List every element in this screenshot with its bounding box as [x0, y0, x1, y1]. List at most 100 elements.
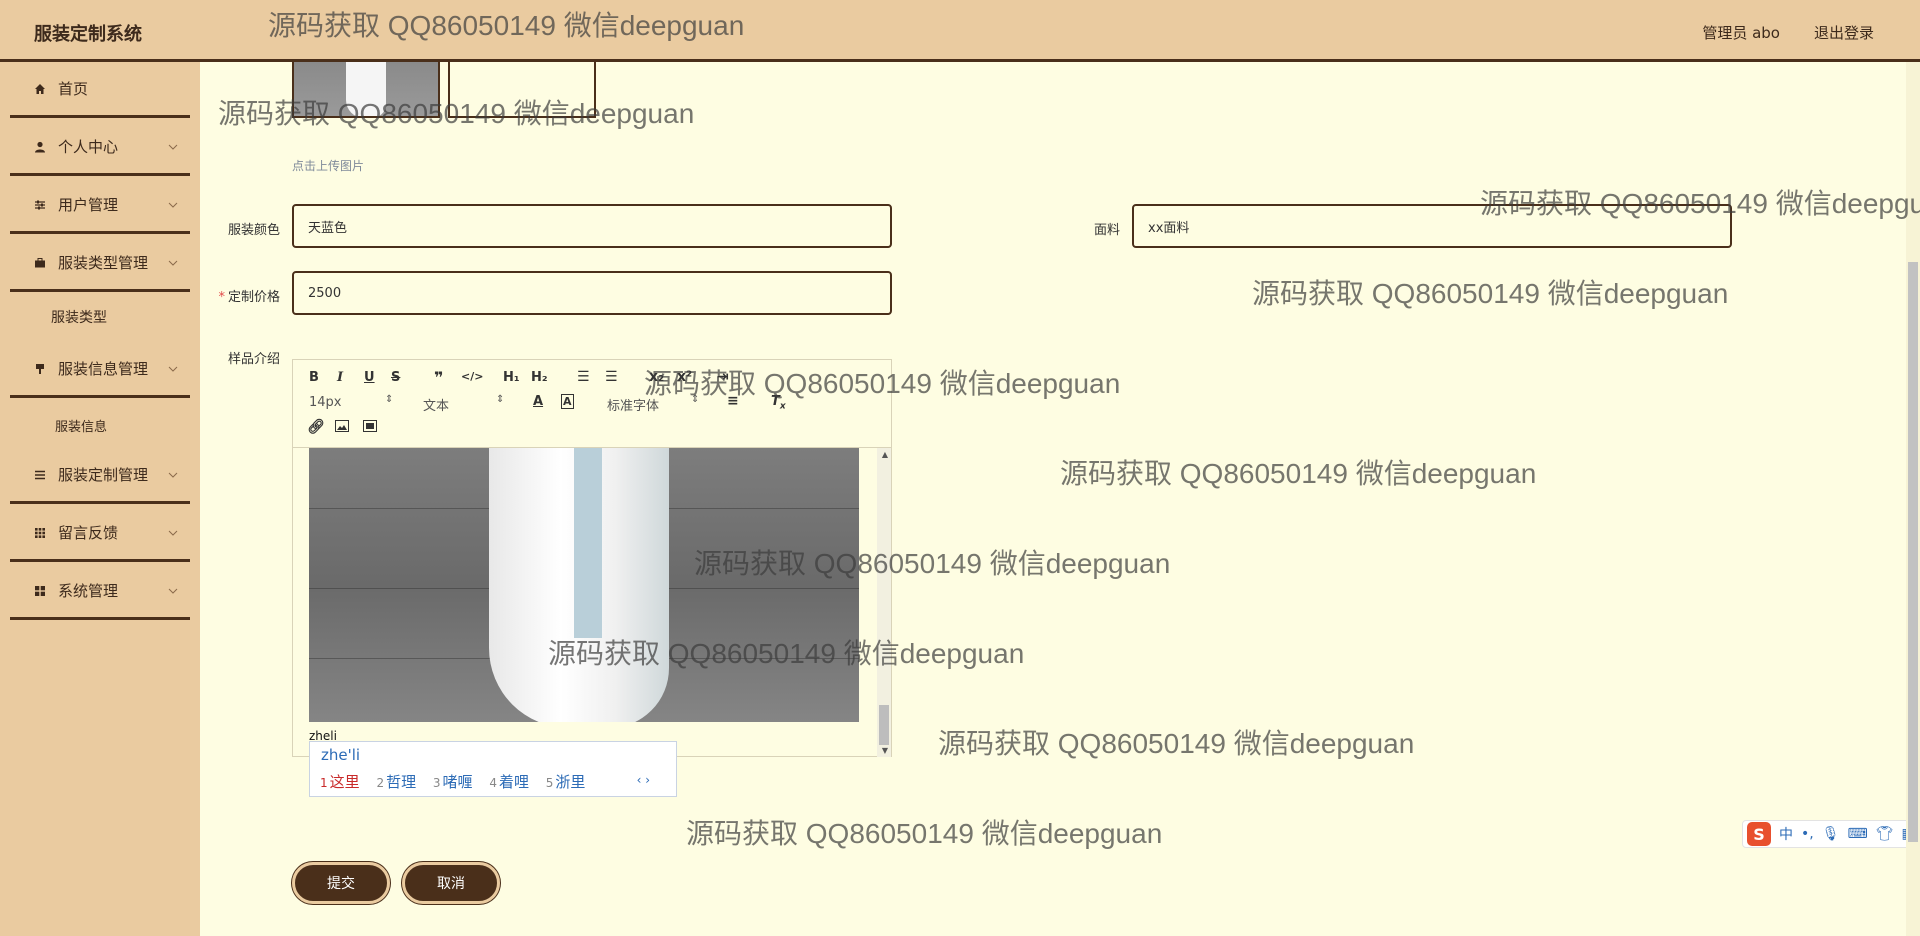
- top-header: 服装定制系统 管理员 abo 退出登录: [0, 0, 1920, 62]
- ime-mode[interactable]: 中: [1779, 824, 1793, 844]
- image-icon[interactable]: [335, 420, 349, 436]
- chevron-updown-icon: ⇕: [496, 394, 505, 405]
- heading1-icon[interactable]: H₁: [503, 370, 520, 385]
- sidebar-item-clothing-info-management[interactable]: 服装信息管理: [10, 342, 190, 398]
- font-family-select[interactable]: 标准字体: [607, 395, 659, 414]
- upload-image-hint[interactable]: 点击上传图片: [292, 157, 364, 174]
- chevron-down-icon: [168, 178, 178, 231]
- ime-candidate-window: zhe'li 1 这里 2 哲理 3 啫喱 4 着哩 5 浙里 ‹ ›: [309, 741, 677, 797]
- watermark: 源码获取 QQ86050149 微信deepguan: [1252, 278, 1729, 309]
- chevron-down-icon: [168, 564, 178, 617]
- watermark: 源码获取 QQ86050149 微信deepguan: [686, 818, 1163, 849]
- cancel-button[interactable]: 取消: [402, 862, 500, 904]
- sidebar-subitem-clothing-info[interactable]: 服装信息: [10, 400, 190, 450]
- sidebar-item-label: 服装类型管理: [58, 254, 149, 272]
- app-title: 服装定制系统: [34, 24, 142, 45]
- price-label-text: 定制价格: [227, 290, 280, 305]
- sidebar-item-custom-order-management[interactable]: 服装定制管理: [10, 448, 190, 504]
- submit-button[interactable]: 提交: [292, 862, 390, 904]
- sogou-logo-icon: S: [1747, 822, 1771, 846]
- editor-scroll-thumb[interactable]: [879, 705, 889, 745]
- keyboard-icon[interactable]: ⌨︎: [1848, 826, 1868, 842]
- ime-page-arrows-icon[interactable]: ‹ ›: [637, 773, 650, 787]
- indent-icon[interactable]: ⇥: [717, 369, 729, 385]
- ime-pinyin: zhe'li: [321, 746, 361, 764]
- microphone-icon[interactable]: 🎙︎: [1822, 826, 1840, 842]
- sidebar-subitem-clothing-type[interactable]: 服装类型: [10, 292, 190, 342]
- italic-icon[interactable]: I: [337, 370, 343, 385]
- ordered-list-icon[interactable]: ☰: [577, 369, 590, 385]
- intro-label: 样品介绍: [227, 352, 280, 367]
- logout-link[interactable]: 退出登录: [1814, 22, 1874, 43]
- sidebar-item-feedback[interactable]: 留言反馈: [10, 506, 190, 562]
- watermark: 源码获取 QQ86050149 微信deepguan: [1060, 458, 1537, 489]
- sidebar-item-clothing-type-management[interactable]: 服装类型管理: [10, 236, 190, 292]
- sidebar-item-label: 服装定制管理: [58, 466, 149, 484]
- sidebar-item-home[interactable]: 首页: [10, 62, 190, 118]
- sidebar-item-label: 个人中心: [58, 138, 119, 156]
- blockquote-icon[interactable]: ❞: [434, 368, 443, 387]
- required-mark: *: [218, 290, 225, 305]
- subscript-icon[interactable]: x₂: [649, 369, 664, 385]
- superscript-icon[interactable]: x²: [677, 369, 692, 385]
- strikethrough-icon[interactable]: S: [391, 370, 400, 385]
- sidebar-item-label: 系统管理: [58, 582, 119, 600]
- watermark: 源码获取 QQ86050149 微信deepguan: [938, 728, 1415, 759]
- uploaded-image-thumbnail[interactable]: [292, 62, 440, 118]
- price-input[interactable]: 2500: [292, 271, 892, 315]
- sidebar-item-user-management[interactable]: 用户管理: [10, 178, 190, 234]
- color-label: 服装颜色: [227, 223, 280, 238]
- sidebar-item-personal-center[interactable]: 个人中心: [10, 120, 190, 176]
- align-icon[interactable]: ≡: [727, 393, 739, 409]
- fabric-input[interactable]: xx面料: [1132, 204, 1732, 248]
- link-icon[interactable]: 🔗︎: [307, 419, 325, 435]
- chevron-down-icon: [168, 506, 178, 559]
- editor-scrollbar[interactable]: ▲ ▼: [877, 448, 891, 757]
- page-scroll-thumb[interactable]: [1908, 262, 1918, 842]
- underline-icon[interactable]: U: [364, 370, 375, 385]
- tag-icon: [34, 342, 46, 395]
- sidebar-item-label: 留言反馈: [58, 524, 119, 542]
- bullet-list-icon[interactable]: ☰: [605, 369, 618, 385]
- sidebar-item-label: 服装信息管理: [58, 360, 149, 378]
- thumbnail-dress: [346, 62, 386, 116]
- ime-candidate[interactable]: 3 啫喱: [433, 773, 473, 791]
- fabric-label: 面料: [1093, 223, 1120, 238]
- sidebar: 首页 个人中心 用户管理 服装类型管理 服装类型 服装信息管理 服装信息 服装定…: [0, 62, 200, 936]
- bold-icon[interactable]: B: [309, 370, 319, 385]
- page-scrollbar[interactable]: [1906, 62, 1920, 936]
- rich-text-editor[interactable]: B I U S ❞ </> H₁ H₂ ☰ ☰ x₂ x² ⇥ 14px ⇕ 文…: [292, 359, 892, 757]
- ime-candidate[interactable]: 1 这里: [320, 773, 360, 791]
- sidebar-item-label: 用户管理: [58, 196, 119, 214]
- price-label: * 定制价格: [200, 286, 280, 305]
- font-size-select[interactable]: 14px: [309, 395, 342, 410]
- color-input[interactable]: 天蓝色: [292, 204, 892, 248]
- heading2-icon[interactable]: H₂: [531, 370, 548, 385]
- sidebar-item-label: 首页: [58, 80, 89, 98]
- chevron-updown-icon: ⇕: [385, 394, 394, 405]
- punctuation-icon[interactable]: •,: [1801, 826, 1814, 842]
- upload-image-slot[interactable]: [448, 62, 596, 118]
- ime-status-bar[interactable]: S 中 •, 🎙︎ ⌨︎ 👕︎ ▦: [1742, 820, 1920, 848]
- editor-toolbar: B I U S ❞ </> H₁ H₂ ☰ ☰ x₂ x² ⇥ 14px ⇕ 文…: [293, 360, 891, 448]
- editor-content[interactable]: zheli ▲ ▼: [293, 448, 891, 757]
- background-color-icon[interactable]: A: [561, 394, 574, 409]
- scroll-up-icon[interactable]: ▲: [882, 450, 888, 459]
- ime-candidate[interactable]: 2 哲理: [376, 773, 416, 791]
- ime-candidate[interactable]: 4 着哩: [489, 773, 529, 791]
- clear-format-icon[interactable]: Tx: [771, 394, 786, 412]
- scroll-down-icon[interactable]: ▼: [882, 746, 888, 755]
- grid-icon: [34, 506, 46, 559]
- sidebar-item-system-management[interactable]: 系统管理: [10, 564, 190, 620]
- skin-icon[interactable]: 👕︎: [1876, 826, 1894, 842]
- paragraph-select[interactable]: 文本: [423, 395, 449, 414]
- ime-candidates: 1 这里 2 哲理 3 啫喱 4 着哩 5 浙里: [320, 771, 597, 792]
- sliders-icon: [34, 178, 46, 231]
- apps-icon: [34, 564, 46, 617]
- ime-candidate[interactable]: 5 浙里: [546, 773, 586, 791]
- chevron-down-icon: [168, 236, 178, 289]
- video-icon[interactable]: [363, 420, 377, 436]
- dress-photo: [309, 448, 859, 722]
- font-color-icon[interactable]: A: [533, 394, 543, 409]
- code-icon[interactable]: </>: [461, 370, 483, 383]
